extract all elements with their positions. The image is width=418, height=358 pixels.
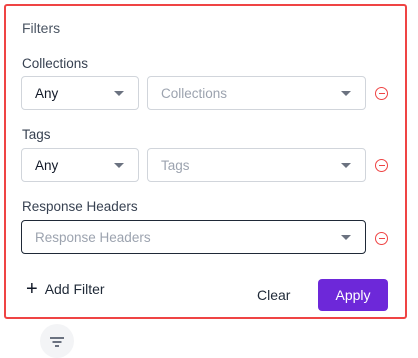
collections-operator-value: Any xyxy=(35,86,59,101)
add-filter-button[interactable]: + Add Filter xyxy=(26,278,105,300)
tags-label: Tags xyxy=(22,127,51,142)
clear-button[interactable]: Clear xyxy=(257,287,290,303)
response-headers-label: Response Headers xyxy=(22,199,138,214)
collections-value-select[interactable]: Collections xyxy=(147,76,366,110)
response-headers-placeholder: Response Headers xyxy=(35,230,151,245)
plus-icon: + xyxy=(26,278,38,300)
tags-value-select[interactable]: Tags xyxy=(147,148,366,182)
remove-response-headers-filter-icon[interactable] xyxy=(375,232,388,245)
tags-placeholder: Tags xyxy=(161,158,190,173)
chevron-down-icon xyxy=(341,91,351,96)
filters-panel: Filters Collections Any Collections Tags… xyxy=(4,4,407,319)
tags-operator-select[interactable]: Any xyxy=(21,148,139,182)
chevron-down-icon xyxy=(341,235,351,240)
filter-toggle-button[interactable] xyxy=(40,324,74,358)
chevron-down-icon xyxy=(341,163,351,168)
remove-collections-filter-icon[interactable] xyxy=(375,87,388,100)
apply-button[interactable]: Apply xyxy=(318,279,388,311)
collections-placeholder: Collections xyxy=(161,86,228,101)
chevron-down-icon xyxy=(114,163,124,168)
collections-operator-select[interactable]: Any xyxy=(21,76,139,110)
chevron-down-icon xyxy=(114,91,124,96)
collections-label: Collections xyxy=(22,56,89,71)
tags-operator-value: Any xyxy=(35,158,59,173)
response-headers-select[interactable]: Response Headers xyxy=(21,220,366,254)
remove-tags-filter-icon[interactable] xyxy=(375,159,388,172)
add-filter-label: Add Filter xyxy=(44,281,105,297)
panel-title: Filters xyxy=(22,20,61,36)
